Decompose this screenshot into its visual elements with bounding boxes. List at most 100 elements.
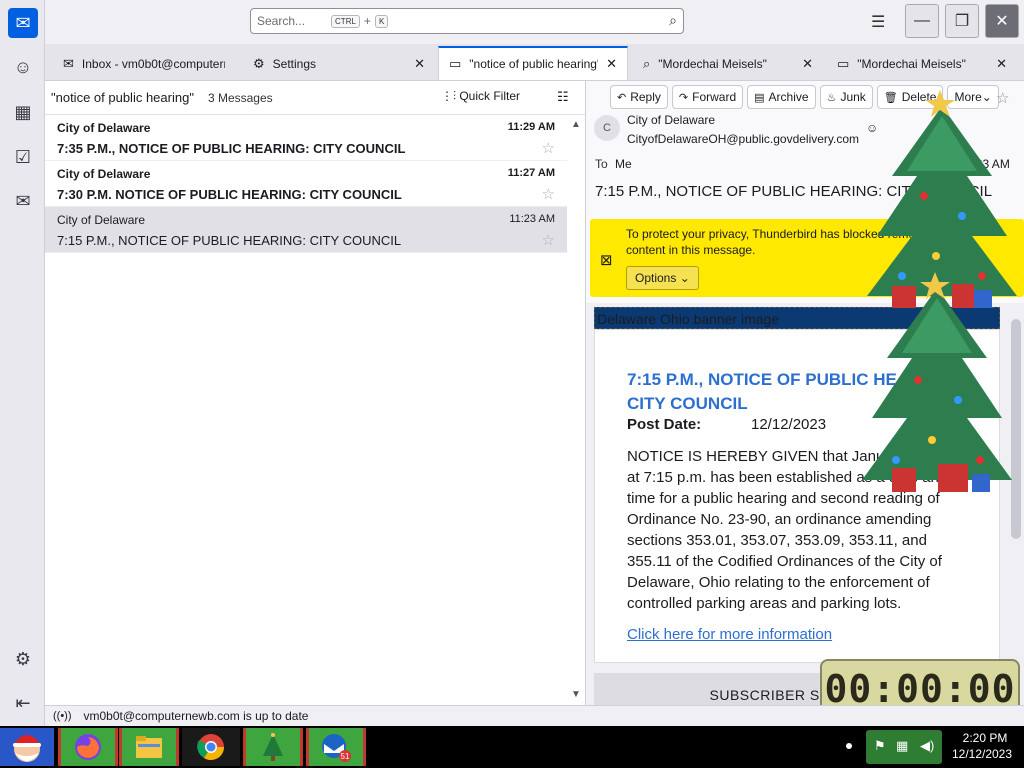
firefox-taskbar-button[interactable] [58,728,118,766]
scroll-up-icon[interactable]: ▲ [571,119,581,130]
quick-filter-label: Quick Filter [459,89,521,103]
scroll-down-icon[interactable]: ▼ [571,689,581,700]
list-item[interactable]: City of Delaware 7:35 P.M., NOTICE OF PU… [45,115,567,161]
list-options-icon: ☷ [557,89,569,104]
tab-close-icon[interactable]: ✕ [802,56,813,72]
minimize-button[interactable]: — [905,4,939,38]
tab-mordechai-folder[interactable]: ▭ "Mordechai Meisels" ✕ [827,48,1017,80]
taskbar: 51 ⚑ ▦ ◀) 2:20 PM 12/12/2023 [0,726,1024,768]
address-book-icon: ☺ [13,56,33,77]
app-menu-button[interactable]: ☰ [871,12,885,32]
status-text: vm0b0t@computernewb.com is up to date [83,709,309,723]
tab-label: "Mordechai Meisels" [857,57,966,71]
mail-space-button[interactable]: ✉ [8,8,38,38]
tasks-icon: ☑ [14,146,32,167]
kbd-plus: + [363,14,371,28]
star-icon[interactable]: ☆ [542,231,555,249]
christmas-tree-bottom [862,272,1012,492]
search-title: "notice of public hearing" [51,90,194,105]
status-bar: ((•)) vm0b0t@computernewb.com is up to d… [45,705,1024,726]
list-item[interactable]: City of Delaware 7:30 P.M. NOTICE OF PUB… [45,161,567,207]
tab-notice-search[interactable]: ▭ "notice of public hearing" ✕ [438,46,628,80]
calendar-space-button[interactable]: ▦ [8,97,38,127]
thread-list-header: "notice of public hearing" 3 Messages ⋮⫶… [45,81,585,115]
forward-button[interactable]: ↷ Forward [671,85,744,109]
options-label: Options [635,271,677,285]
folder-icon [136,736,162,758]
privacy-icon: ⊠ [600,252,613,269]
system-tray[interactable]: ⚑ ▦ ◀) [866,730,942,764]
from-email[interactable]: CityofDelawareOH@public.govdelivery.com [627,132,859,146]
list-options-button[interactable]: ☷ [557,89,569,105]
reply-button[interactable]: ↶ Reply [610,85,668,109]
tab-close-icon[interactable]: ✕ [996,56,1007,72]
tab-close-icon[interactable]: ✕ [414,56,425,72]
envelope-icon: ✉ [15,12,31,33]
clock-date[interactable]: 12/12/2023 [946,747,1018,761]
restore-button[interactable]: ❐ [945,4,979,38]
star-icon[interactable]: ☆ [542,185,555,203]
file-explorer-taskbar-button[interactable] [119,728,179,766]
global-search-input[interactable]: Search... CTRL + K ⌕ [250,8,684,34]
inbox-icon: ✉ [63,56,74,71]
search-placeholder: Search... [257,14,306,28]
tasks-space-button[interactable]: ☑ [8,142,38,172]
thread-list-pane: "notice of public hearing" 3 Messages ⋮⫶… [45,81,586,705]
volume-icon[interactable]: ◀) [920,738,934,754]
tab-close-icon[interactable]: ✕ [606,56,617,72]
to-recipient[interactable]: Me [615,157,632,171]
flag-icon[interactable]: ⚑ [874,738,886,754]
list-item[interactable]: City of Delaware 7:15 P.M., NOTICE OF PU… [45,207,567,253]
star-icon[interactable]: ☆ [542,139,555,157]
post-date-label: Post Date: [627,416,702,433]
gear-icon: ⚙ [253,56,265,71]
tab-label: Inbox - vm0b0t@computernewb.com [81,57,225,71]
settings-space-button[interactable]: ⚙ [8,644,38,674]
address-book-space-button[interactable]: ☺ [8,52,38,82]
chat-space-button[interactable]: ✉ [8,186,38,216]
row-sender: City of Delaware [57,121,151,135]
spaces-toolbar: ✉ ☺ ▦ ☑ ✉ ⚙ ⇤ [0,0,45,726]
chrome-taskbar-button[interactable] [182,728,240,766]
network-icon[interactable]: ▦ [896,738,908,754]
tree-app-taskbar-button[interactable] [243,728,303,766]
row-subject: 7:30 P.M. NOTICE OF PUBLIC HEARING: CITY… [57,187,402,202]
archive-icon: ▤ [754,91,765,104]
search-icon[interactable]: ⌕ [669,12,677,29]
thunderbird-taskbar-button[interactable]: 51 [306,728,366,766]
online-status-icon[interactable]: ((•)) [53,710,72,722]
folder-icon: ▭ [449,56,462,71]
santa-start-icon [13,735,41,762]
kbd-ctrl: CTRL [331,14,360,28]
chevron-down-icon: ⌄ [676,271,690,285]
tab-label: Settings [272,57,317,71]
archive-button[interactable]: ▤ Archive [747,85,816,109]
message-count: 3 Messages [207,90,273,105]
tree-icon [263,733,283,761]
tab-strip: ✉ Inbox - vm0b0t@computernewb.com ⚙ Sett… [45,44,1024,81]
more-info-link[interactable]: Click here for more information [627,626,832,643]
from-name[interactable]: City of Delaware [627,113,715,127]
show-hidden-icons[interactable] [846,743,852,749]
quick-filter-button[interactable]: ⋮⫶ Quick Filter [441,89,520,104]
tab-label: "notice of public hearing" [469,57,599,71]
thunderbird-icon: 51 [322,734,351,762]
options-button[interactable]: Options ⌄ [626,266,699,290]
list-scrollbar[interactable]: ▲ ▼ [567,115,585,705]
hamburger-icon: ☰ [871,14,886,31]
tab-settings[interactable]: ⚙ Settings ✕ [243,48,435,80]
post-date-value: 12/12/2023 [751,416,827,433]
tab-mordechai-search[interactable]: ⌕ "Mordechai Meisels" ✕ [633,48,823,80]
row-subject: 7:35 P.M., NOTICE OF PUBLIC HEARING: CIT… [57,141,406,156]
junk-icon: ♨ [826,91,837,104]
gear-icon: ⚙ [14,648,32,669]
clock-time[interactable]: 2:20 PM [952,731,1018,745]
row-sender: City of Delaware [57,167,151,181]
chat-icon: ✉ [15,190,31,211]
collapse-spaces-button[interactable]: ⇤ [8,688,38,718]
close-window-button[interactable]: ✕ [985,4,1019,38]
chrome-icon [197,734,225,761]
tab-inbox[interactable]: ✉ Inbox - vm0b0t@computernewb.com [53,48,235,80]
start-button[interactable] [0,728,54,766]
unread-badge: 51 [341,752,350,761]
